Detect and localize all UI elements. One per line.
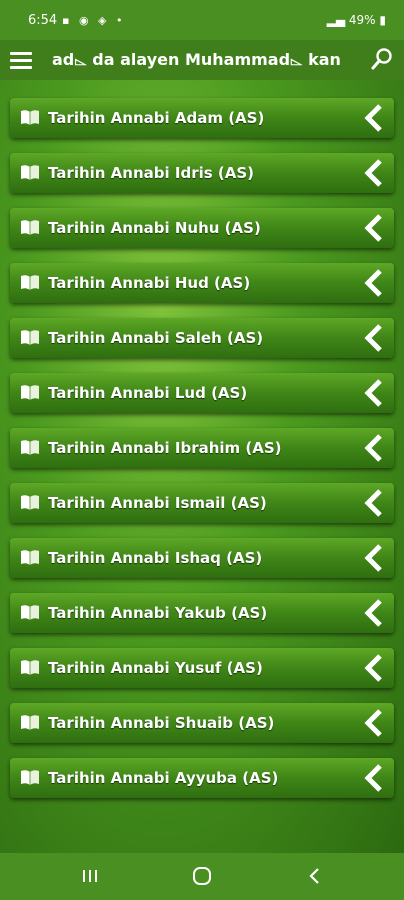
open-book-icon — [21, 165, 39, 180]
chevron-left-icon — [364, 379, 382, 407]
search-icon[interactable] — [370, 47, 394, 71]
open-book-icon — [21, 440, 39, 455]
open-book-icon — [21, 770, 39, 785]
list-item-label: Tarihin Annabi Ishaq (AS) — [48, 549, 263, 567]
chevron-left-icon — [364, 434, 382, 462]
list-item-label: Tarihin Annabi Saleh (AS) — [48, 329, 264, 347]
list-item[interactable]: Tarihin Annabi Yusuf (AS) — [10, 648, 394, 688]
list-item[interactable]: Tarihin Annabi Lud (AS) — [10, 373, 394, 413]
open-book-icon — [21, 220, 39, 235]
battery-icon: ▮ — [379, 13, 386, 27]
open-book-icon — [21, 715, 39, 730]
open-book-icon — [21, 330, 39, 345]
list-item[interactable]: Tarihin Annabi Ishaq (AS) — [10, 538, 394, 578]
chevron-left-icon — [364, 214, 382, 242]
list-item-label: Tarihin Annabi Idris (AS) — [48, 164, 255, 182]
recent-apps-icon[interactable] — [75, 861, 105, 891]
list-item[interactable]: Tarihin Annabi Ibrahim (AS) — [10, 428, 394, 468]
list-item[interactable]: Tarihin Annabi Adam (AS) — [10, 98, 394, 138]
notification-icons: ▪ ◉ ◈ • — [62, 14, 126, 27]
status-time: 6:54 — [28, 13, 58, 28]
list-item-label: Tarihin Annabi Ibrahim (AS) — [48, 439, 282, 457]
chevron-left-icon — [364, 654, 382, 682]
list-item-label: Tarihin Annabi Yusuf (AS) — [48, 659, 263, 677]
chevron-left-icon — [364, 544, 382, 572]
status-bar: 6:54 ▪ ◉ ◈ • ▂▄ 49% ▮ — [0, 0, 404, 40]
list-item[interactable]: Tarihin Annabi Saleh (AS) — [10, 318, 394, 358]
list-item[interactable]: Tarihin Annabi Nuhu (AS) — [10, 208, 394, 248]
list-item[interactable]: Tarihin Annabi Hud (AS) — [10, 263, 394, 303]
chevron-left-icon — [364, 104, 382, 132]
battery-level: 49% — [348, 13, 376, 27]
chevron-left-icon — [364, 324, 382, 352]
system-nav-bar — [0, 853, 404, 900]
open-book-icon — [21, 385, 39, 400]
list-item-label: Tarihin Annabi Shuaib (AS) — [48, 714, 275, 732]
app-title: ad⌳ da alayen Muhammad⌳ kan — [52, 50, 341, 69]
chevron-left-icon — [364, 709, 382, 737]
back-icon[interactable] — [300, 861, 330, 891]
list-item[interactable]: Tarihin Annabi Ayyuba (AS) — [10, 758, 394, 798]
list-item-label: Tarihin Annabi Nuhu (AS) — [48, 219, 261, 237]
list-item-label: Tarihin Annabi Lud (AS) — [48, 384, 248, 402]
hamburger-menu-icon[interactable] — [8, 48, 34, 72]
open-book-icon — [21, 550, 39, 565]
chevron-left-icon — [364, 269, 382, 297]
list-item-label: Tarihin Annabi Ayyuba (AS) — [48, 769, 279, 787]
list-item[interactable]: Tarihin Annabi Ismail (AS) — [10, 483, 394, 523]
list-item-label: Tarihin Annabi Yakub (AS) — [48, 604, 268, 622]
list-item[interactable]: Tarihin Annabi Shuaib (AS) — [10, 703, 394, 743]
open-book-icon — [21, 110, 39, 125]
prophets-list: Tarihin Annabi Adam (AS) Tarihin Annabi I… — [0, 80, 404, 853]
list-item-label: Tarihin Annabi Hud (AS) — [48, 274, 251, 292]
list-item-label: Tarihin Annabi Ismail (AS) — [48, 494, 267, 512]
home-icon[interactable] — [187, 861, 217, 891]
status-right: ▂▄ 49% ▮ — [327, 13, 386, 27]
app-bar: ad⌳ da alayen Muhammad⌳ kan — [0, 40, 404, 80]
chevron-left-icon — [364, 599, 382, 627]
open-book-icon — [21, 660, 39, 675]
list-item[interactable]: Tarihin Annabi Yakub (AS) — [10, 593, 394, 633]
list-item[interactable]: Tarihin Annabi Idris (AS) — [10, 153, 394, 193]
chevron-left-icon — [364, 489, 382, 517]
open-book-icon — [21, 495, 39, 510]
open-book-icon — [21, 275, 39, 290]
signal-icon: ▂▄ — [326, 13, 346, 27]
chevron-left-icon — [364, 159, 382, 187]
open-book-icon — [21, 605, 39, 620]
list-item-label: Tarihin Annabi Adam (AS) — [48, 109, 265, 127]
chevron-left-icon — [364, 764, 382, 792]
